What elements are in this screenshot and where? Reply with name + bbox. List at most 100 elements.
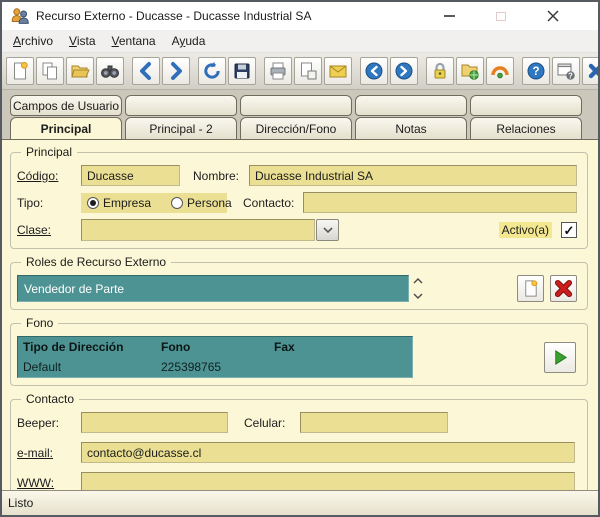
- lock-button[interactable]: [426, 57, 454, 85]
- save-button[interactable]: [228, 57, 256, 85]
- dial-button[interactable]: [544, 341, 576, 373]
- copy-icon: [42, 62, 57, 80]
- copy-button[interactable]: [36, 57, 64, 85]
- window-controls: [434, 6, 568, 26]
- nombre-label: Nombre:: [193, 168, 240, 183]
- tipo-radio-group: Empresa Persona: [81, 192, 232, 213]
- print-preview-button[interactable]: [294, 57, 322, 85]
- folder-permissions-button[interactable]: [456, 57, 484, 85]
- open-folder-icon: [71, 65, 90, 78]
- cell-fono: 225398765: [161, 360, 222, 374]
- menu-ayuda[interactable]: Ayuda: [164, 32, 214, 50]
- minimize-button[interactable]: [434, 6, 464, 26]
- toolbar: ? ?: [2, 53, 598, 90]
- clase-combobox[interactable]: [81, 219, 339, 241]
- svg-text:?: ?: [532, 66, 539, 78]
- new-document-icon: [14, 61, 28, 80]
- refresh-icon: [204, 61, 220, 79]
- clase-label[interactable]: Clase:: [17, 223, 81, 237]
- menu-archivo[interactable]: Archivo: [5, 32, 61, 50]
- contacto-input[interactable]: [303, 192, 577, 213]
- maximize-button[interactable]: [486, 6, 516, 26]
- check-icon: ✓: [563, 222, 575, 238]
- tab-blank-4[interactable]: [470, 95, 582, 116]
- fono-table-header: Tipo de Dirección Fono Fax: [18, 337, 412, 357]
- col-tipo-direccion: Tipo de Dirección: [23, 340, 124, 354]
- radio-persona-dot: [171, 196, 184, 209]
- new-document-button[interactable]: [6, 57, 34, 85]
- role-item[interactable]: Vendedor de Parte: [24, 282, 124, 296]
- window-title: Recurso Externo - Ducasse - Ducasse Indu…: [36, 9, 312, 23]
- close-icon: [547, 10, 559, 22]
- www-input[interactable]: [81, 472, 575, 490]
- roles-scroll-spinner[interactable]: [409, 275, 427, 302]
- group-contacto-legend: Contacto: [21, 392, 80, 406]
- nombre-input[interactable]: [249, 165, 577, 186]
- add-role-button[interactable]: [517, 275, 544, 302]
- print-icon: [270, 62, 286, 80]
- spinner-down-icon[interactable]: [413, 293, 423, 299]
- col-fono: Fono: [161, 340, 191, 354]
- exit-x-icon: [588, 63, 598, 79]
- group-principal-legend: Principal: [21, 145, 78, 159]
- tab-principal-2[interactable]: Principal - 2: [125, 117, 237, 139]
- forward-circle-icon: [395, 62, 413, 80]
- clase-dropdown-button[interactable]: [316, 219, 339, 241]
- tipo-label: Tipo:: [17, 195, 44, 210]
- tab-campos-de-usuario[interactable]: Campos de Usuario: [10, 95, 122, 116]
- menu-ventana[interactable]: Ventana: [104, 32, 164, 50]
- group-fono-legend: Fono: [21, 316, 59, 330]
- folder-globe-icon: [461, 64, 479, 80]
- tab-blank-2[interactable]: [240, 95, 352, 116]
- clase-combobox-value: [81, 219, 315, 241]
- menu-vista[interactable]: Vista: [61, 32, 103, 50]
- spinner-up-icon[interactable]: [413, 278, 423, 284]
- activo-checkbox[interactable]: ✓: [561, 222, 577, 238]
- tab-strip: Campos de Usuario Principal Principal - …: [2, 90, 598, 139]
- beeper-input[interactable]: [81, 412, 228, 433]
- mail-button[interactable]: [324, 57, 352, 85]
- radio-persona[interactable]: Persona: [171, 196, 232, 210]
- tab-blank-3[interactable]: [355, 95, 467, 116]
- next-record-button[interactable]: [162, 57, 190, 85]
- refresh-button[interactable]: [198, 57, 226, 85]
- celular-input[interactable]: [300, 412, 448, 433]
- sunrise-button[interactable]: [486, 57, 514, 85]
- cell-tipo: Default: [23, 360, 62, 374]
- radio-empresa-dot: [87, 196, 99, 209]
- email-input[interactable]: [81, 442, 575, 463]
- chevron-down-icon: [322, 227, 333, 233]
- print-button[interactable]: [264, 57, 292, 85]
- exit-button[interactable]: [582, 57, 598, 85]
- www-label[interactable]: WWW:: [17, 476, 81, 490]
- tab-notas[interactable]: Notas: [355, 117, 467, 139]
- app-window: Recurso Externo - Ducasse - Ducasse Indu…: [0, 0, 600, 517]
- tab-direccion-fono[interactable]: Dirección/Fono: [240, 117, 352, 139]
- back-circle-icon: [365, 62, 383, 80]
- activo-label: Activo(a): [498, 222, 552, 238]
- fono-table-row[interactable]: Default 225398765: [18, 357, 412, 377]
- open-folder-button[interactable]: [66, 57, 94, 85]
- tab-relaciones[interactable]: Relaciones: [470, 117, 582, 139]
- search-binoculars-button[interactable]: [96, 57, 124, 85]
- codigo-input[interactable]: [81, 165, 180, 186]
- codigo-label[interactable]: Código:: [17, 169, 81, 183]
- help-button[interactable]: ?: [522, 57, 550, 85]
- tab-principal[interactable]: Principal: [10, 117, 122, 139]
- fono-table[interactable]: Tipo de Dirección Fono Fax Default 22539…: [17, 336, 413, 378]
- delete-role-button[interactable]: [550, 275, 577, 302]
- forward-button[interactable]: [390, 57, 418, 85]
- context-help-button[interactable]: ?: [552, 57, 580, 85]
- play-icon: [554, 349, 567, 365]
- context-help-icon: ?: [557, 63, 575, 80]
- tab-content-principal: Principal Código: Nombre: Tipo: Empresa …: [2, 139, 598, 490]
- title-bar: Recurso Externo - Ducasse - Ducasse Indu…: [2, 2, 598, 30]
- previous-record-button[interactable]: [132, 57, 160, 85]
- email-label[interactable]: e-mail:: [17, 446, 81, 460]
- close-button[interactable]: [538, 6, 568, 26]
- radio-empresa[interactable]: Empresa: [87, 196, 151, 210]
- back-button[interactable]: [360, 57, 388, 85]
- tab-blank-1[interactable]: [125, 95, 237, 116]
- roles-listbox[interactable]: Vendedor de Parte: [17, 275, 409, 302]
- print-preview-icon: [301, 62, 317, 80]
